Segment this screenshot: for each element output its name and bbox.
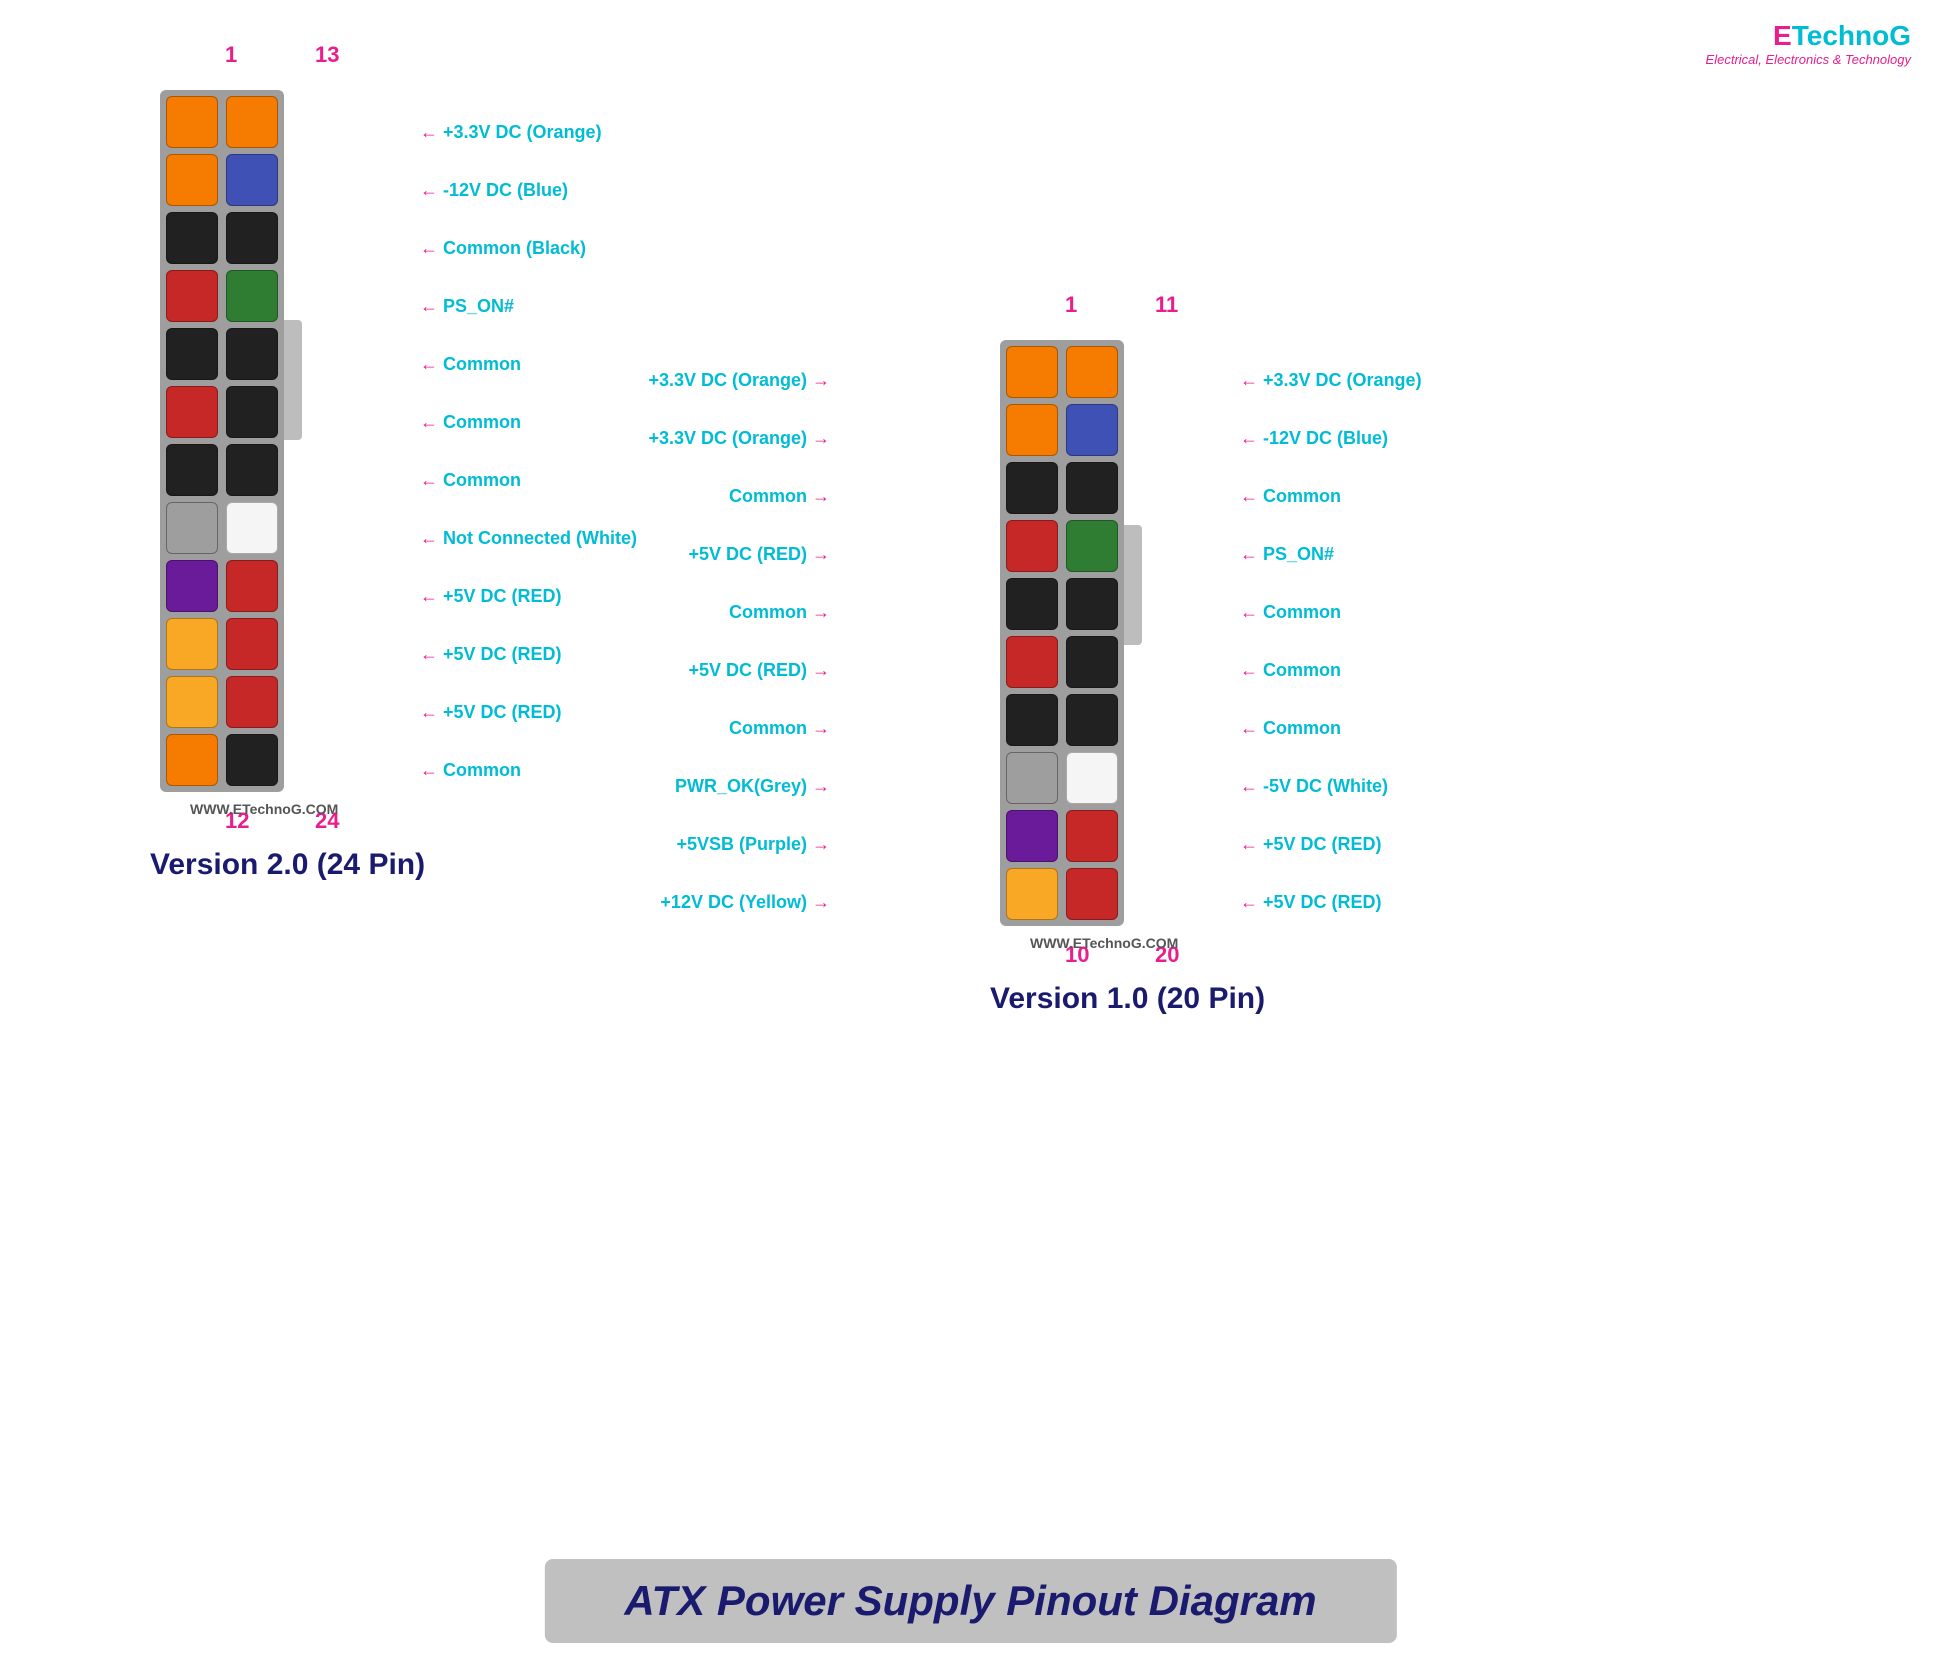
pin xyxy=(166,502,218,554)
left-label-20-6: Common xyxy=(729,718,830,739)
pin xyxy=(1006,868,1058,920)
left-label-20-4: Common xyxy=(729,602,830,623)
right-label-20-6: Common xyxy=(1240,718,1341,739)
pin xyxy=(1006,752,1058,804)
right-label-20-5: Common xyxy=(1240,660,1341,681)
pin xyxy=(226,618,278,670)
pin xyxy=(1006,636,1058,688)
left-label-20-8: +5VSB (Purple) xyxy=(676,834,830,855)
left-label-20-7: PWR_OK(Grey) xyxy=(675,776,830,797)
pin xyxy=(1066,520,1118,572)
right-label-24-4: Common xyxy=(420,354,521,375)
pin-num-1: 1 xyxy=(225,42,237,68)
pin xyxy=(166,96,218,148)
pin xyxy=(1066,462,1118,514)
pin xyxy=(166,734,218,786)
connector-24pin: 1 13 12 24 WWW.ETechnoG.COM Version 2.0 … xyxy=(160,80,284,792)
latch-20 xyxy=(1124,525,1142,645)
pin xyxy=(226,96,278,148)
pin xyxy=(166,444,218,496)
pin xyxy=(226,386,278,438)
watermark-24: WWW.ETechnoG.COM xyxy=(190,801,338,817)
logo: ETechnoG Electrical, Electronics & Techn… xyxy=(1706,20,1911,67)
left-label-20-5: +5V DC (RED) xyxy=(688,660,830,681)
right-label-24-7: Not Connected (White) xyxy=(420,528,637,549)
pin xyxy=(166,328,218,380)
right-label-24-8: +5V DC (RED) xyxy=(420,586,562,607)
pin xyxy=(1006,694,1058,746)
pin xyxy=(1066,404,1118,456)
right-label-20-1: -12V DC (Blue) xyxy=(1240,428,1388,449)
pin xyxy=(166,270,218,322)
pin xyxy=(1066,752,1118,804)
right-label-24-10: +5V DC (RED) xyxy=(420,702,562,723)
pin xyxy=(1066,868,1118,920)
pin-num-13: 13 xyxy=(315,42,339,68)
pin-num-11: 11 xyxy=(1155,292,1178,318)
pin xyxy=(1006,346,1058,398)
version-24-label: Version 2.0 (24 Pin) xyxy=(150,848,425,882)
right-label-24-5: Common xyxy=(420,412,521,433)
right-label-24-2: Common (Black) xyxy=(420,238,586,259)
right-label-24-1: -12V DC (Blue) xyxy=(420,180,568,201)
connector-body-20 xyxy=(1000,340,1124,926)
connector-20pin: 1 11 10 20 WWW.ETechnoG.COM Version 1.0 … xyxy=(1000,330,1124,926)
right-label-20-3: PS_ON# xyxy=(1240,544,1334,565)
pin xyxy=(166,676,218,728)
pin xyxy=(226,212,278,264)
right-label-24-0: +3.3V DC (Orange) xyxy=(420,122,602,143)
pin xyxy=(1066,346,1118,398)
left-label-20-1: +3.3V DC (Orange) xyxy=(648,428,830,449)
right-label-20-4: Common xyxy=(1240,602,1341,623)
pin xyxy=(226,270,278,322)
pin xyxy=(1006,404,1058,456)
pin xyxy=(226,328,278,380)
right-label-20-8: +5V DC (RED) xyxy=(1240,834,1382,855)
left-label-20-3: +5V DC (RED) xyxy=(688,544,830,565)
pin xyxy=(1006,462,1058,514)
right-label-20-2: Common xyxy=(1240,486,1341,507)
right-label-20-7: -5V DC (White) xyxy=(1240,776,1388,797)
pin-num-1-20: 1 xyxy=(1065,292,1077,318)
left-col-24 xyxy=(166,96,218,786)
left-label-20-0: +3.3V DC (Orange) xyxy=(648,370,830,391)
pin xyxy=(226,502,278,554)
pin xyxy=(166,560,218,612)
connector-body-24 xyxy=(160,90,284,792)
pin xyxy=(226,154,278,206)
pin xyxy=(1006,810,1058,862)
latch-24 xyxy=(284,320,302,440)
pin xyxy=(226,444,278,496)
right-label-20-9: +5V DC (RED) xyxy=(1240,892,1382,913)
logo-technog: TechnoG xyxy=(1792,20,1911,51)
pin xyxy=(1066,694,1118,746)
pin xyxy=(166,386,218,438)
pin xyxy=(1006,578,1058,630)
pin xyxy=(166,154,218,206)
right-label-24-3: PS_ON# xyxy=(420,296,514,317)
logo-e: E xyxy=(1773,20,1792,51)
main-title: ATX Power Supply Pinout Diagram xyxy=(544,1559,1396,1643)
right-label-24-11: Common xyxy=(420,760,521,781)
right-label-20-0: +3.3V DC (Orange) xyxy=(1240,370,1422,391)
right-label-24-6: Common xyxy=(420,470,521,491)
version-20-label: Version 1.0 (20 Pin) xyxy=(990,982,1265,1016)
left-col-20 xyxy=(1006,346,1058,920)
pin xyxy=(1006,520,1058,572)
pin xyxy=(1066,810,1118,862)
left-label-20-2: Common xyxy=(729,486,830,507)
pin xyxy=(166,212,218,264)
pin xyxy=(1066,636,1118,688)
right-label-24-9: +5V DC (RED) xyxy=(420,644,562,665)
left-label-20-9: +12V DC (Yellow) xyxy=(660,892,830,913)
right-col-24 xyxy=(226,96,278,786)
pin xyxy=(226,734,278,786)
pin xyxy=(166,618,218,670)
pin xyxy=(226,560,278,612)
pin xyxy=(1066,578,1118,630)
logo-sub: Electrical, Electronics & Technology xyxy=(1706,52,1911,67)
pin xyxy=(226,676,278,728)
right-col-20 xyxy=(1066,346,1118,920)
watermark-20: WWW.ETechnoG.COM xyxy=(1030,935,1178,951)
